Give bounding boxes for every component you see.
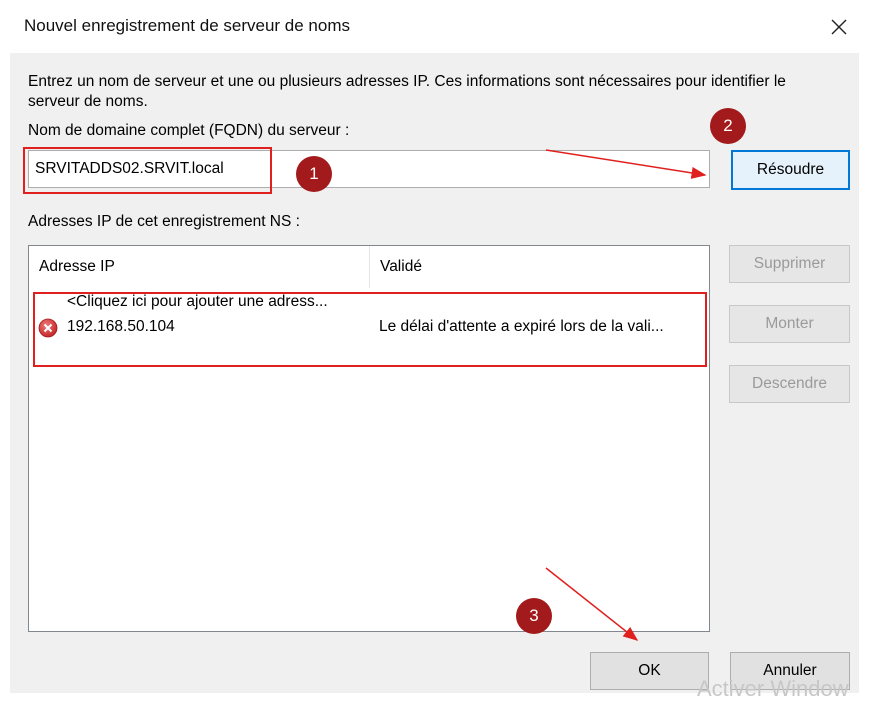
activation-watermark: Activer Window	[697, 676, 849, 701]
annotation-badge-1: 1	[296, 156, 332, 192]
column-header-ip[interactable]: Adresse IP	[29, 246, 369, 288]
ok-button[interactable]: OK	[590, 652, 709, 690]
fqdn-input[interactable]	[28, 150, 710, 188]
move-up-button[interactable]: Monter	[729, 305, 850, 343]
move-down-button[interactable]: Descendre	[729, 365, 850, 403]
add-address-placeholder[interactable]: <Cliquez ici pour ajouter une adress...	[67, 289, 328, 315]
row-ip-address: 192.168.50.104	[67, 318, 175, 335]
error-icon	[38, 318, 58, 338]
resolve-button[interactable]: Résoudre	[731, 150, 850, 190]
annotation-badge-3: 3	[516, 598, 552, 634]
column-header-validated[interactable]: Validé	[369, 246, 709, 288]
close-icon[interactable]	[826, 14, 852, 40]
ip-section-label: Adresses IP de cet enregistrement NS :	[28, 213, 300, 230]
delete-button[interactable]: Supprimer	[729, 245, 850, 283]
fqdn-label: Nom de domaine complet (FQDN) du serveur…	[28, 122, 350, 139]
row-validation-status: Le délai d'attente a expiré lors de la v…	[379, 318, 664, 335]
add-address-row[interactable]: <Cliquez ici pour ajouter une adress...	[29, 289, 709, 315]
dialog-title: Nouvel enregistrement de serveur de noms	[24, 16, 350, 35]
name-server-dialog: Nouvel enregistrement de serveur de noms…	[0, 0, 869, 708]
list-header: Adresse IP Validé	[29, 246, 709, 288]
ip-address-list[interactable]: Adresse IP Validé <Cliquez ici pour ajou…	[28, 245, 710, 632]
annotation-badge-2: 2	[710, 108, 746, 144]
dialog-description: Entrez un nom de serveur et une ou plusi…	[28, 73, 786, 110]
table-row[interactable]: 192.168.50.104 Le délai d'attente a expi…	[29, 314, 709, 340]
